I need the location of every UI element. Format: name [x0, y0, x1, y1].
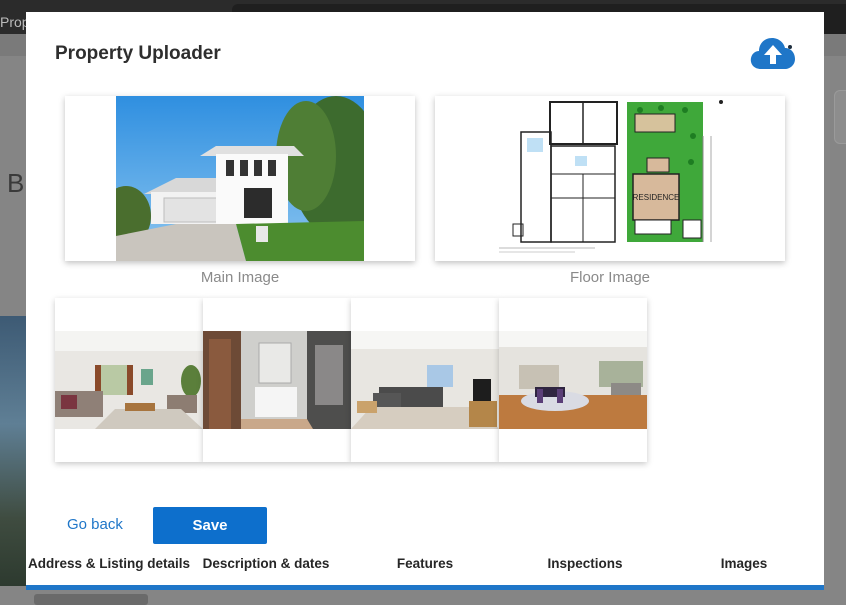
save-button[interactable]: Save [153, 507, 267, 544]
background-bottom-bar [34, 594, 148, 605]
tab-features[interactable]: Features [347, 556, 503, 571]
gallery-thumb-lounge[interactable] [351, 298, 499, 462]
main-image-card[interactable] [65, 96, 415, 261]
step-tabs: Address & Listing details Description & … [26, 556, 824, 582]
gallery-thumb-dining[interactable] [499, 298, 647, 462]
floor-image-card[interactable]: RESIDENCE [435, 96, 785, 261]
cloud-upload-icon[interactable] [750, 35, 796, 71]
main-image-caption: Main Image [200, 269, 280, 286]
lounge-photo [351, 331, 499, 429]
main-image-photo [116, 96, 364, 261]
tab-address-listing-details[interactable]: Address & Listing details [28, 556, 190, 571]
background-photo [0, 316, 26, 586]
tab-description-dates[interactable]: Description & dates [188, 556, 344, 571]
background-side-button [834, 90, 846, 144]
living-room-photo [55, 331, 203, 429]
background-heading: B [7, 168, 25, 198]
dining-photo [499, 331, 647, 429]
modal-title: Property Uploader [55, 43, 221, 64]
gallery-thumb-bathroom[interactable] [203, 298, 351, 462]
floor-plan-drawing: RESIDENCE [435, 96, 785, 261]
gallery-thumb-living-room[interactable] [55, 298, 203, 462]
tab-inspections[interactable]: Inspections [507, 556, 663, 571]
tab-images[interactable]: Images [666, 556, 822, 571]
property-uploader-modal: Property Uploader Main Image RESIDENCE F… [26, 12, 824, 590]
go-back-link[interactable]: Go back [67, 516, 123, 533]
floor-image-caption: Floor Image [569, 269, 651, 286]
bathroom-photo [203, 331, 351, 429]
floorplan-room-label: RESIDENCE [633, 193, 680, 202]
